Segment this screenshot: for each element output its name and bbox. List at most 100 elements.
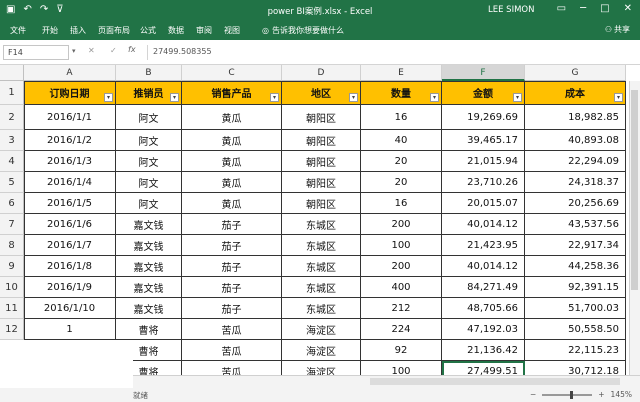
row-header[interactable]: 3 [0,130,24,151]
header-cell[interactable]: 金额 ▾ [442,81,525,105]
table-cell[interactable]: 48,705.66 [442,298,525,319]
enter-icon[interactable]: ✓ [110,46,117,55]
row-header[interactable]: 10 [0,277,24,298]
table-cell[interactable]: 2016/1/2 [24,130,116,151]
table-cell[interactable]: 嘉文钱 [116,256,182,277]
column-header-g[interactable]: G [525,65,626,81]
filter-dropdown-icon[interactable]: ▾ [430,93,439,102]
table-cell[interactable]: 27,499.51 [442,361,525,375]
table-cell[interactable]: 23,710.26 [442,172,525,193]
row-header[interactable]: 4 [0,151,24,172]
table-cell[interactable]: 18,982.85 [525,105,626,130]
tab-view[interactable]: 视图 [224,25,240,36]
row-header[interactable]: 2 [0,105,24,130]
table-cell[interactable]: 朝阳区 [282,193,361,214]
table-cell[interactable]: 92 [361,340,442,361]
table-cell[interactable]: 40,893.08 [525,130,626,151]
select-all-corner[interactable] [0,65,24,81]
tab-formulas[interactable]: 公式 [140,25,156,36]
table-cell[interactable]: 50,558.50 [525,319,626,340]
table-cell[interactable]: 黄瓜 [182,105,282,130]
row-header[interactable]: 1 [0,81,24,105]
header-cell[interactable]: 成本 ▾ [525,81,626,105]
table-cell[interactable]: 苦瓜 [182,361,282,375]
table-cell[interactable]: 40,014.12 [442,214,525,235]
table-cell[interactable]: 阿文 [116,193,182,214]
table-cell[interactable]: 200 [361,214,442,235]
tab-data[interactable]: 数据 [168,25,184,36]
column-header-d[interactable]: D [282,65,361,81]
filter-dropdown-icon[interactable]: ▾ [349,93,358,102]
filter-dropdown-icon[interactable]: ▾ [614,93,623,102]
column-header-e[interactable]: E [361,65,442,81]
column-header-a[interactable]: A [24,65,116,81]
maximize-icon[interactable]: □ [600,3,609,14]
row-header[interactable]: 12 [0,319,24,340]
table-cell[interactable]: 84,271.49 [442,277,525,298]
table-cell[interactable]: 2016/1/10 [24,298,116,319]
table-cell[interactable]: 212 [361,298,442,319]
table-cell[interactable]: 400 [361,277,442,298]
table-cell[interactable]: 19,269.69 [442,105,525,130]
table-cell[interactable]: 黄瓜 [182,172,282,193]
table-cell[interactable]: 100 [361,235,442,256]
table-cell[interactable]: 茄子 [182,277,282,298]
table-cell[interactable]: 2016/1/1 [24,105,116,130]
column-header-f[interactable]: F [442,65,525,81]
column-header-c[interactable]: C [182,65,282,81]
horizontal-scrollbar[interactable] [370,378,620,385]
header-cell[interactable]: 推销员 ▾ [116,81,182,105]
tab-page-layout[interactable]: 页面布局 [98,25,130,36]
row-header[interactable]: 8 [0,235,24,256]
tab-review[interactable]: 审阅 [196,25,212,36]
filter-dropdown-icon[interactable]: ▾ [170,93,179,102]
table-cell[interactable]: 曹将 [116,319,182,340]
table-cell[interactable]: 1 [24,319,116,340]
insert-function-icon[interactable]: fx [128,45,136,54]
table-cell[interactable]: 海淀区 [282,361,361,375]
table-cell[interactable]: 黄瓜 [182,151,282,172]
header-cell[interactable]: 订购日期 ▾ [24,81,116,105]
table-cell[interactable]: 2016/1/6 [24,214,116,235]
table-cell[interactable]: 东城区 [282,235,361,256]
table-cell[interactable]: 40 [361,130,442,151]
table-cell[interactable]: 224 [361,319,442,340]
row-header[interactable]: 5 [0,172,24,193]
header-cell[interactable]: 销售产品 ▾ [182,81,282,105]
row-header[interactable]: 9 [0,256,24,277]
table-cell[interactable]: 朝阳区 [282,172,361,193]
table-cell[interactable]: 东城区 [282,277,361,298]
table-cell[interactable]: 苦瓜 [182,340,282,361]
table-cell[interactable]: 阿文 [116,105,182,130]
tell-me-box[interactable]: ◎ 告诉我你想要做什么 [262,25,344,36]
row-header[interactable]: 11 [0,298,24,319]
cancel-icon[interactable]: ✕ [88,46,95,55]
table-cell[interactable]: 20,256.69 [525,193,626,214]
table-cell[interactable]: 2016/1/8 [24,256,116,277]
filter-dropdown-icon[interactable]: ▾ [513,93,522,102]
filter-dropdown-icon[interactable]: ▾ [104,93,113,102]
table-cell[interactable]: 朝阳区 [282,130,361,151]
table-cell[interactable]: 阿文 [116,172,182,193]
table-cell[interactable]: 20 [361,151,442,172]
table-cell[interactable]: 茄子 [182,214,282,235]
table-cell[interactable]: 嘉文钱 [116,277,182,298]
zoom-out-icon[interactable]: − [530,390,536,399]
table-cell[interactable]: 海淀区 [282,319,361,340]
ribbon-display-icon[interactable]: ▭ [557,3,566,14]
name-box-dropdown-icon[interactable]: ▾ [72,47,76,55]
table-cell[interactable]: 嘉文钱 [116,214,182,235]
share-button[interactable]: ⚇ 共享 [605,24,630,35]
table-cell[interactable]: 40,014.12 [442,256,525,277]
table-cell[interactable]: 阿文 [116,130,182,151]
table-cell[interactable]: 43,537.56 [525,214,626,235]
table-cell[interactable]: 47,192.03 [442,319,525,340]
table-cell[interactable]: 44,258.36 [525,256,626,277]
zoom-level[interactable]: 145% [611,390,632,399]
table-cell[interactable]: 16 [361,105,442,130]
table-cell[interactable]: 阿文 [116,151,182,172]
table-cell[interactable]: 东城区 [282,256,361,277]
formula-input[interactable]: 27499.508355 [147,45,633,60]
table-cell[interactable]: 21,136.42 [442,340,525,361]
table-cell[interactable]: 黄瓜 [182,193,282,214]
